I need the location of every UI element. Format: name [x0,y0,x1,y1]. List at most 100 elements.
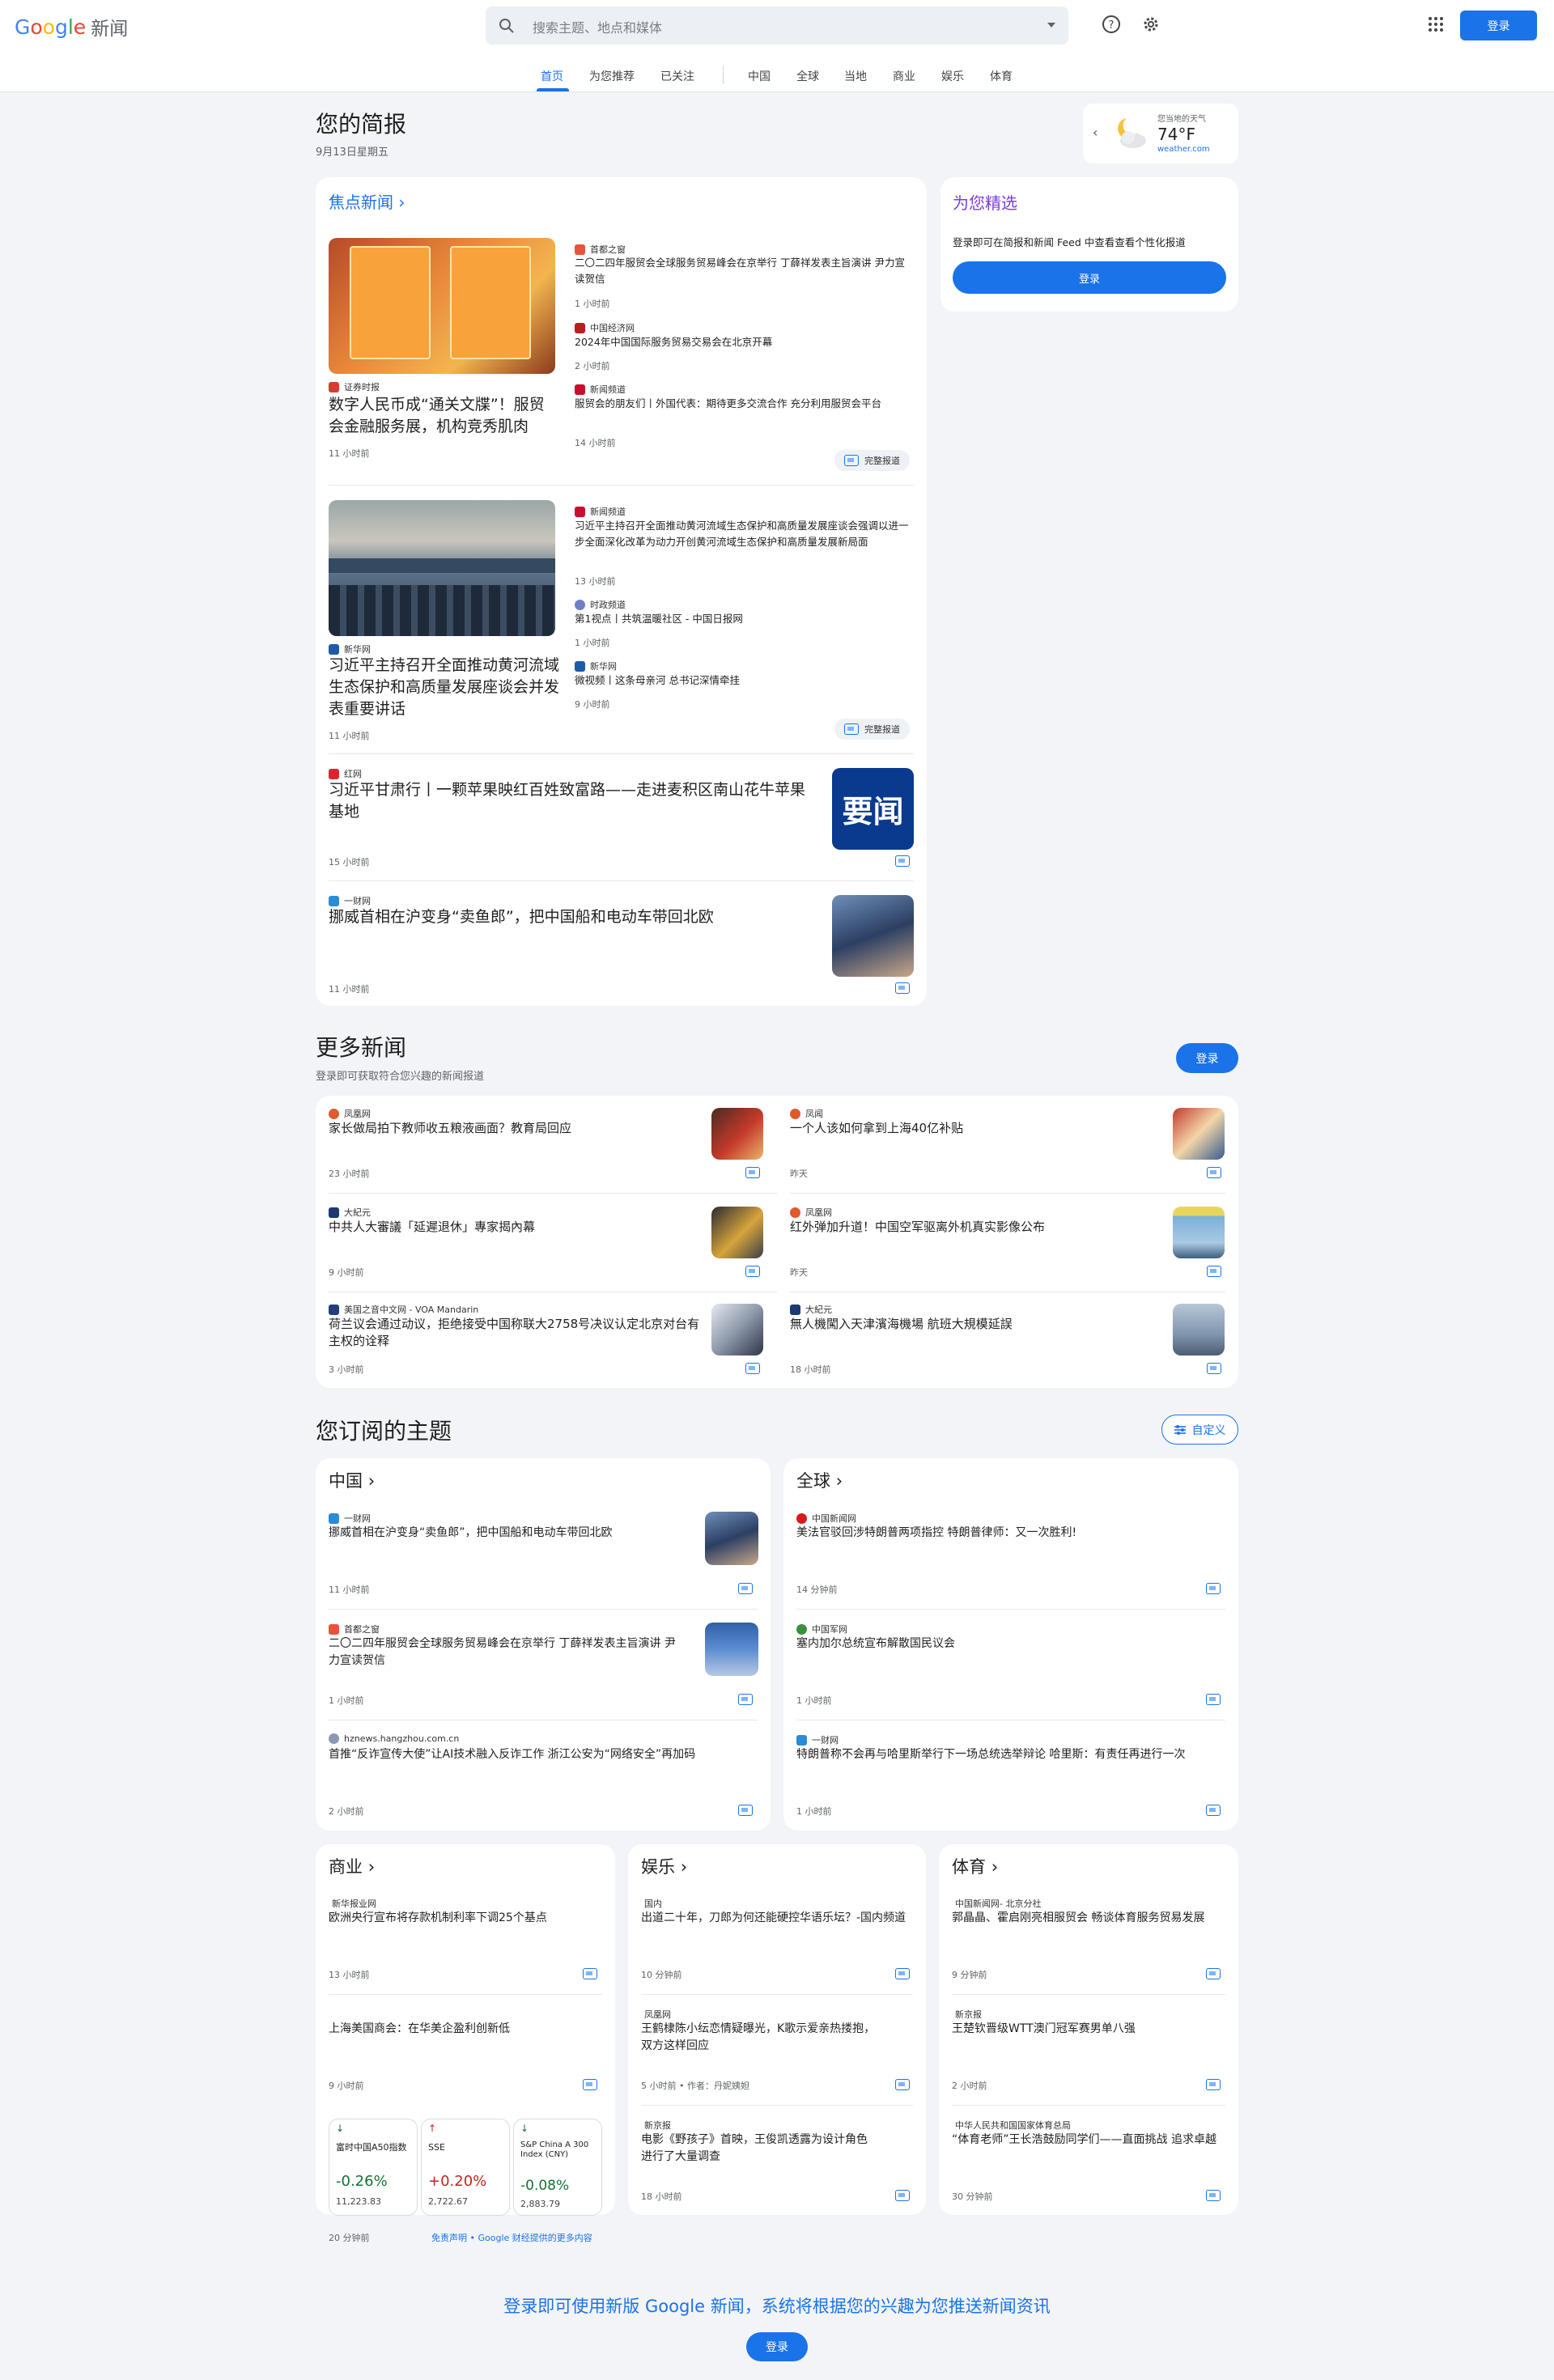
full-coverage-icon[interactable] [1206,1805,1221,1816]
story-headline[interactable]: 第1视点丨共筑温暖社区 - 中国日报网 [575,611,915,627]
story-headline[interactable]: 塞内加尔总统宣布解散国民议会 [796,1635,1225,1652]
full-coverage-icon[interactable] [738,1583,753,1594]
full-coverage-icon[interactable] [583,2079,597,2090]
story-headline[interactable]: 习近平主持召开全面推动黄河流域生态保护和高质量发展座谈会强调以进一步全面深化改革… [575,518,915,550]
story-headline[interactable]: 挪威首相在沪变身“卖鱼郎”，把中国船和电动车带回北欧 [329,1525,685,1542]
full-coverage-icon[interactable] [895,982,910,994]
full-coverage-icon[interactable] [1206,1968,1221,1979]
tab-home[interactable]: 首页 [541,68,563,84]
story-headline[interactable]: 一个人该如何拿到上海40亿补贴 [790,1120,1170,1137]
settings-gear-icon[interactable] [1141,15,1161,34]
story-thumbnail[interactable] [1173,1304,1225,1355]
full-coverage-icon[interactable] [738,1805,753,1816]
story-headline[interactable]: 二〇二四年服贸会全球服务贸易峰会在京举行 丁薛祥发表主旨演讲 尹力宣读贺信 [329,1635,685,1669]
tab-business[interactable]: 商业 [893,68,915,84]
story-image-meeting[interactable] [329,500,555,636]
search-dropdown-icon[interactable] [1047,23,1055,28]
search-input[interactable]: 搜索主题、地点和媒体 [533,17,662,36]
story-thumbnail-yaowen[interactable]: 要闻 [832,768,914,850]
tab-sports[interactable]: 体育 [990,68,1013,84]
stock-card[interactable]: ↓ 富时中国A50指数 -0.26% 11,223.83 [329,2119,418,2216]
story-headline[interactable]: 习近平甘肃行丨一颗苹果映红百姓致富路——走进麦积区南山花牛苹果基地 [329,779,814,823]
story-headline[interactable]: 特朗普称不会再与哈里斯举行下一场总统选举辩论 哈里斯：有责任再进行一次 [796,1746,1225,1763]
topic-heading-china[interactable]: 中国 › [329,1468,375,1492]
topic-heading-sports[interactable]: 体育 › [952,1854,998,1878]
customize-button[interactable]: 自定义 [1161,1415,1238,1445]
stock-card[interactable]: ↓ S&P China A 300 Index (CNY) -0.08% 2,8… [513,2119,602,2216]
story-thumbnail[interactable] [705,1623,758,1676]
google-news-logo[interactable]: Google 新闻 [15,12,128,41]
full-coverage-icon[interactable] [745,1363,760,1374]
story-headline[interactable]: 习近平主持召开全面推动黄河流域生态保护和高质量发展座谈会并发表重要讲话 [329,655,559,720]
more-news-signin-button[interactable]: 登录 [1176,1043,1238,1073]
story-thumbnail[interactable] [711,1304,763,1355]
story-thumbnail[interactable] [711,1108,763,1160]
full-coverage-icon[interactable] [1206,1694,1221,1705]
story-headline[interactable]: 無人機闖入天津濱海機場 航班大規模延誤 [790,1316,1170,1333]
full-coverage-icon[interactable] [745,1266,760,1277]
weather-source-link[interactable]: weather.com [1157,145,1210,154]
story-headline[interactable]: 电影《野孩子》首映，王俊凯透露为设计角色进行了大量调查 [641,2132,876,2166]
story-headline[interactable]: 挪威首相在沪变身“卖鱼郎”，把中国船和电动车带回北欧 [329,906,814,928]
story-headline[interactable]: 出道二十年，刀郎为何还能硬控华语乐坛？-国内频道 [641,1910,916,1927]
tab-entertainment[interactable]: 娱乐 [941,68,964,84]
footer-signin-button[interactable]: 登录 [746,2332,808,2361]
for-you-signin-button[interactable]: 登录 [953,261,1226,294]
full-coverage-icon[interactable] [895,855,910,867]
header-signin-button[interactable]: 登录 [1460,11,1537,40]
story-headline[interactable]: 王楚钦晋级WTT澳门冠军赛男单八强 [952,2021,1219,2038]
story-headline[interactable]: 王鹤棣陈小纭恋情疑曝光，K歌示爱亲热搂抱，双方这样回应 [641,2021,876,2055]
story-headline[interactable]: 上海美国商会：在华美企盈利创新低 [329,2021,604,2038]
story-headline[interactable]: 首推“反诈宣传大使”让AI技术融入反诈工作 浙江公安为“网络安全”再加码 [329,1746,758,1763]
full-coverage-icon[interactable] [1206,2079,1221,2090]
full-coverage-icon[interactable] [1207,1167,1221,1178]
finance-disclaimer-link[interactable]: 免责声明 • Google 财经提供的更多内容 [431,2231,592,2244]
tab-world[interactable]: 全球 [796,68,819,84]
help-icon[interactable]: ? [1102,15,1121,34]
story-headline[interactable]: “体育老师”王长浩鼓励同学们——直面挑战 追求卓越 [952,2132,1219,2149]
full-coverage-icon[interactable] [895,2079,910,2090]
full-coverage-icon[interactable] [745,1167,760,1178]
full-coverage-icon[interactable] [738,1694,753,1705]
story-thumbnail[interactable] [705,1512,758,1565]
story-thumbnail-norway[interactable] [832,895,914,977]
tab-local[interactable]: 当地 [844,68,867,84]
full-coverage-button[interactable]: 完整报道 [834,450,910,471]
story-headline[interactable]: 二〇二四年服贸会全球服务贸易峰会在京举行 丁薛祥发表主旨演讲 尹力宣读贺信 [575,255,915,287]
story-headline[interactable]: 郭晶晶、霍启刚亮相服贸会 畅谈体育服务贸易发展 [952,1910,1219,1927]
story-headline[interactable]: 美法官驳回涉特朗普两项指控 特朗普律师：又一次胜利! [796,1525,1225,1542]
apps-grid-icon[interactable] [1426,15,1446,34]
topic-heading-world[interactable]: 全球 › [796,1468,843,1492]
topic-heading-entertainment[interactable]: 娱乐 › [641,1854,687,1878]
story-thumbnail[interactable] [1173,1207,1225,1258]
full-coverage-icon[interactable] [895,2190,910,2201]
full-coverage-icon[interactable] [1206,1583,1221,1594]
full-coverage-icon[interactable] [895,1968,910,1979]
topic-heading-business[interactable]: 商业 › [329,1854,375,1878]
story-thumbnail[interactable] [1173,1108,1225,1160]
story-headline[interactable]: 家长做局拍下教师收五粮液画面？教育局回应 [329,1120,709,1137]
weather-widget[interactable]: ‹ 您当地的天气 74°F weather.com [1083,104,1238,163]
full-coverage-icon[interactable] [1207,1266,1221,1277]
search-box[interactable]: 搜索主题、地点和媒体 [486,6,1068,45]
full-coverage-icon[interactable] [583,1968,597,1979]
chevron-left-icon[interactable]: ‹ [1093,125,1098,140]
story-headline[interactable]: 数字人民币成“通关文牒”！服贸会金融服务展，机构竞秀肌肉 [329,394,559,438]
story-headline[interactable]: 2024年中国国际服务贸易交易会在北京开幕 [575,334,915,350]
top-stories-heading[interactable]: 焦点新闻 › [329,189,405,213]
story-image-rmb[interactable] [329,238,555,374]
full-coverage-button[interactable]: 完整报道 [834,719,910,740]
tab-china[interactable]: 中国 [748,68,771,84]
story-headline[interactable]: 荷兰议会通过动议，拒绝接受中国称联大2758号决议认定北京对台有主权的诠释 [329,1316,709,1350]
story-headline[interactable]: 中共人大審議「延遲退休」專家揭內幕 [329,1219,709,1236]
story-thumbnail[interactable] [711,1207,763,1258]
story-headline[interactable]: 欧洲央行宣布将存款机制利率下调25个基点 [329,1910,604,1927]
tab-following[interactable]: 已关注 [660,68,694,84]
story-headline[interactable]: 红外弹加升道！中国空军驱离外机真实影像公布 [790,1219,1170,1236]
story-headline[interactable]: 微视频丨这条母亲河 总书记深情牵挂 [575,672,915,689]
stock-card[interactable]: ↑ SSE +0.20% 2,722.67 [421,2119,510,2216]
full-coverage-icon[interactable] [1207,1363,1221,1374]
story-headline[interactable]: 服贸会的朋友们丨外国代表：期待更多交流合作 充分利用服贸会平台 [575,396,915,412]
full-coverage-icon[interactable] [1206,2190,1221,2201]
tab-for-you[interactable]: 为您推荐 [589,68,635,84]
